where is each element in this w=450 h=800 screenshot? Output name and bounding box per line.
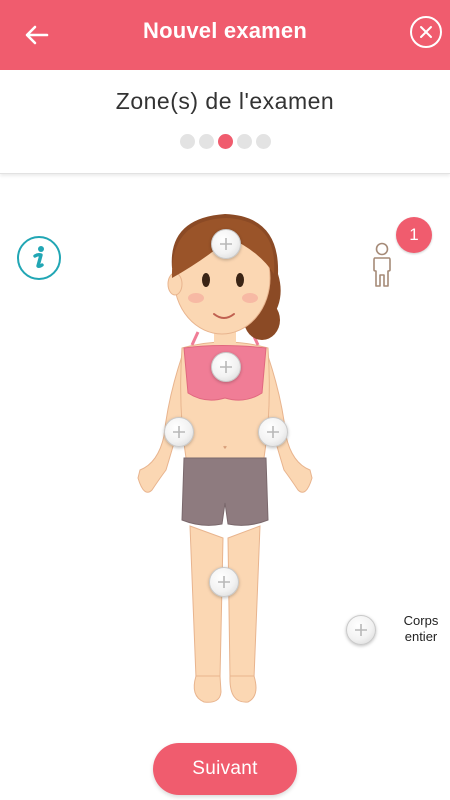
plus-icon — [218, 576, 230, 588]
page-title: Nouvel examen — [142, 18, 307, 43]
selected-count-badge: 1 — [396, 217, 432, 253]
step-dot — [198, 134, 214, 149]
zone-whole-body-button[interactable] — [346, 615, 376, 645]
plus-icon — [173, 426, 185, 438]
step-dot — [255, 134, 271, 149]
plus-icon — [267, 426, 279, 438]
step-title: Zone(s) de l'examen — [115, 88, 335, 114]
step-dot — [179, 134, 195, 149]
close-button[interactable] — [410, 16, 442, 48]
zone-chest-button[interactable] — [211, 352, 241, 382]
info-icon — [33, 246, 44, 269]
zone-head-button[interactable] — [211, 229, 241, 259]
whole-body-label: Corps entier — [403, 613, 439, 644]
person-outline-icon[interactable] — [371, 242, 393, 288]
next-button[interactable]: Suivant — [153, 743, 297, 795]
step-dot — [236, 134, 252, 149]
plus-icon — [220, 238, 232, 250]
step-dot-active — [217, 134, 233, 149]
step-header: Zone(s) de l'examen — [0, 70, 450, 174]
close-icon — [420, 26, 432, 38]
app-header: Nouvel examen — [0, 0, 450, 70]
plus-icon — [220, 361, 232, 373]
info-button[interactable] — [17, 236, 61, 280]
zone-left-arm-button[interactable] — [258, 417, 288, 447]
zone-right-arm-button[interactable] — [164, 417, 194, 447]
step-indicator — [0, 134, 450, 149]
plus-icon — [355, 624, 367, 636]
zone-legs-button[interactable] — [209, 567, 239, 597]
body-figure-illustration — [137, 214, 313, 703]
